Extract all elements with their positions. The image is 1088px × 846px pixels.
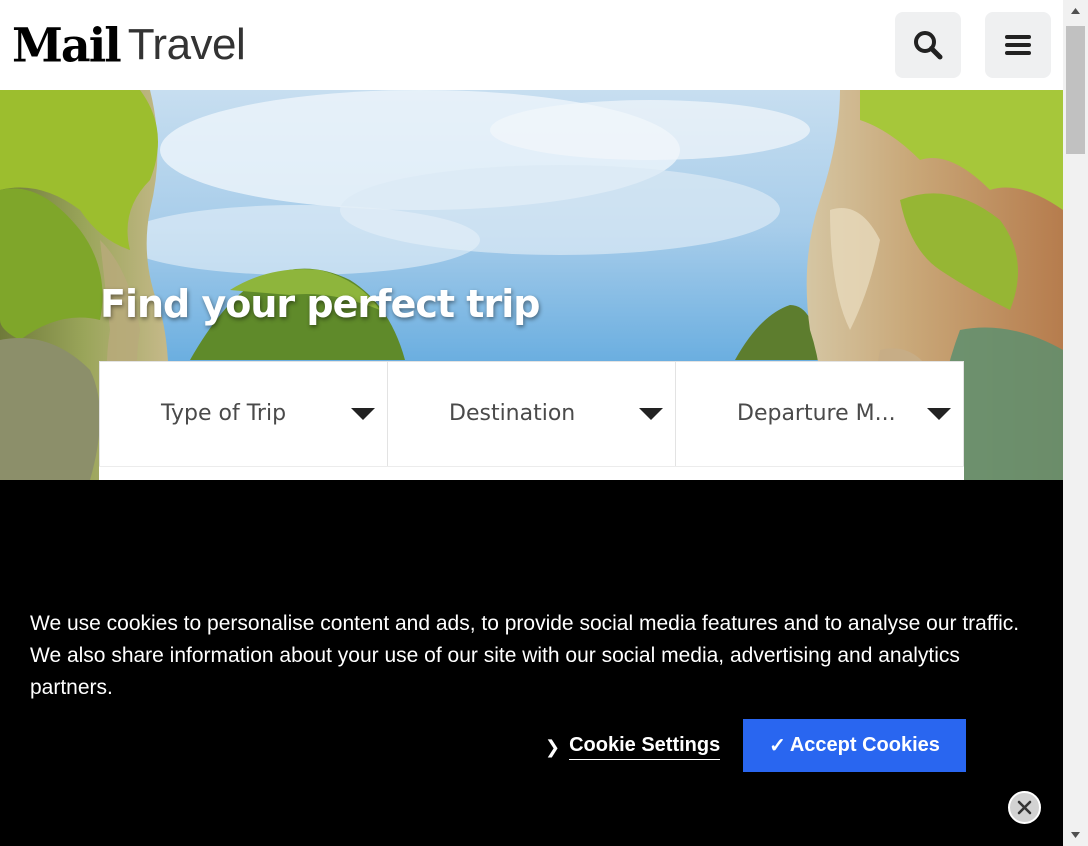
cookie-message: We use cookies to personalise content an…	[30, 612, 1020, 699]
site-header: Mail Travel	[0, 0, 1063, 90]
logo-travel-text: Travel	[127, 20, 246, 69]
chevron-right-icon: ❯	[545, 736, 561, 758]
destination-label: Destination	[449, 401, 576, 426]
filters-bottom-row	[99, 466, 964, 480]
accept-cookies-label: Accept Cookies	[789, 734, 940, 756]
close-icon	[1017, 800, 1032, 815]
search-icon	[914, 31, 943, 60]
trip-search-filters: Type of Trip Destination Departure M...	[99, 361, 964, 467]
scrollbar-thumb[interactable]	[1066, 26, 1085, 154]
scroll-down-arrow-icon[interactable]	[1063, 824, 1088, 846]
hamburger-menu-icon	[1005, 35, 1031, 55]
accept-cookies-button[interactable]: ✓ Accept Cookies	[743, 719, 966, 772]
destination-dropdown[interactable]: Destination	[388, 362, 676, 466]
checkmark-icon: ✓	[769, 735, 786, 757]
scroll-up-arrow-icon[interactable]	[1063, 0, 1088, 22]
type-of-trip-dropdown[interactable]: Type of Trip	[100, 362, 388, 466]
cookie-settings-link[interactable]: ❯ Cookie Settings	[545, 732, 721, 762]
mail-travel-logo[interactable]: Mail Travel	[12, 17, 246, 73]
type-of-trip-label: Type of Trip	[161, 401, 287, 426]
menu-button[interactable]	[985, 12, 1051, 78]
cookie-settings-label: Cookie Settings	[569, 734, 721, 760]
search-button[interactable]	[895, 12, 961, 78]
departure-month-dropdown[interactable]: Departure M...	[676, 362, 963, 466]
hero-banner: Find your perfect trip Type of Trip Dest…	[0, 90, 1063, 480]
logo-mail-text: Mail	[12, 17, 122, 73]
caret-down-icon	[639, 408, 663, 420]
cookie-consent-banner: We use cookies to personalise content an…	[0, 480, 1063, 846]
hero-title: Find your perfect trip	[100, 282, 540, 326]
caret-down-icon	[927, 408, 951, 420]
close-banner-button[interactable]	[1008, 791, 1041, 824]
page-scrollbar[interactable]	[1063, 0, 1088, 846]
caret-down-icon	[351, 408, 375, 420]
departure-month-label: Departure M...	[737, 401, 896, 426]
